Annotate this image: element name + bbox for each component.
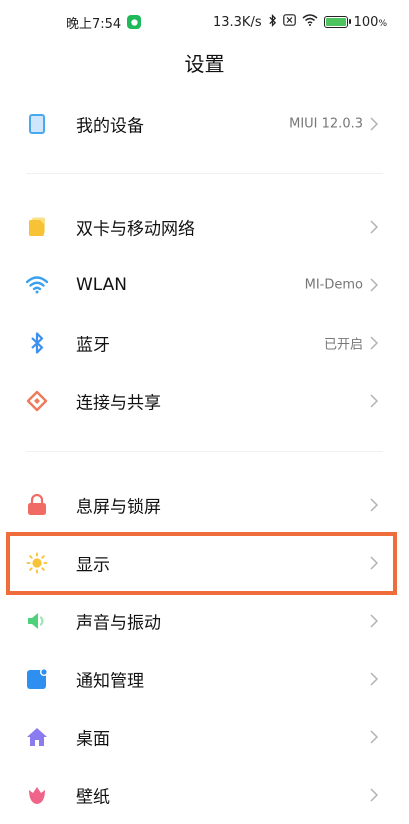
settings-item-my-device[interactable]: 我的设备 MIUI 12.0.3 <box>0 95 409 153</box>
connection-share-icon <box>26 390 48 412</box>
wifi-icon <box>26 274 48 296</box>
settings-item-wlan[interactable]: WLAN MI-Demo <box>0 256 409 314</box>
wallpaper-flower-icon <box>26 784 48 806</box>
home-icon <box>26 726 48 748</box>
settings-item-value: MI-Demo <box>304 277 363 293</box>
wifi-icon <box>302 14 318 30</box>
bluetooth-icon <box>26 332 48 354</box>
settings-item-sim-mobile-network[interactable]: 双卡与移动网络 <box>0 198 409 256</box>
no-sim-icon <box>282 14 296 30</box>
chevron-right-icon <box>370 278 379 292</box>
settings-item-label: 双卡与移动网络 <box>76 219 195 240</box>
settings-item-notifications[interactable]: 通知管理 <box>0 650 409 708</box>
settings-item-sound-vibration[interactable]: 声音与振动 <box>0 592 409 650</box>
page-title: 设置 <box>184 52 225 76</box>
chevron-right-icon <box>370 220 379 234</box>
chevron-right-icon <box>370 498 379 512</box>
group-divider <box>26 173 383 174</box>
settings-item-label: 我的设备 <box>76 116 144 137</box>
settings-item-wallpaper[interactable]: 壁纸 <box>0 766 409 824</box>
settings-item-label: 通知管理 <box>76 671 144 692</box>
highlight-box <box>6 532 397 595</box>
settings-item-label: 息屏与锁屏 <box>76 497 161 518</box>
status-left: 晚上7:54 <box>66 13 142 32</box>
bluetooth-icon <box>268 13 277 31</box>
settings-item-label: 桌面 <box>76 729 110 750</box>
settings-item-label: 蓝牙 <box>76 335 110 356</box>
settings-item-bluetooth[interactable]: 蓝牙 已开启 <box>0 314 409 372</box>
wechat-icon <box>127 15 142 29</box>
settings-item-label: 连接与共享 <box>76 393 161 414</box>
settings-item-label: 壁纸 <box>76 787 110 808</box>
settings-item-connection-sharing[interactable]: 连接与共享 <box>0 372 409 430</box>
settings-item-value: 已开启 <box>323 337 363 353</box>
phone-device-icon <box>26 113 48 135</box>
group-divider <box>26 451 383 452</box>
chevron-right-icon <box>370 672 379 686</box>
battery-charging-icon <box>323 16 351 28</box>
network-speed: 13.3K/s <box>212 14 262 30</box>
notification-icon <box>26 668 48 690</box>
settings-item-label: WLAN <box>76 275 128 295</box>
settings-item-lock-screen[interactable]: 息屏与锁屏 <box>0 476 409 534</box>
chevron-right-icon <box>370 117 379 131</box>
status-right: 13.3K/s 100% <box>212 13 387 31</box>
settings-item-label: 声音与振动 <box>76 613 161 634</box>
status-time: 晚上7:54 <box>66 16 122 32</box>
chevron-right-icon <box>370 394 379 408</box>
chevron-right-icon <box>370 336 379 350</box>
settings-item-home-screen[interactable]: 桌面 <box>0 708 409 766</box>
battery-level: 100% <box>353 14 387 30</box>
sim-card-icon <box>26 216 48 238</box>
chevron-right-icon <box>370 614 379 628</box>
speaker-icon <box>26 610 48 632</box>
settings-item-value: MIUI 12.0.3 <box>289 116 363 132</box>
status-bar: 晚上7:54 13.3K/s 100% <box>0 0 409 44</box>
lock-icon <box>26 494 48 516</box>
chevron-right-icon <box>370 788 379 802</box>
chevron-right-icon <box>370 730 379 744</box>
